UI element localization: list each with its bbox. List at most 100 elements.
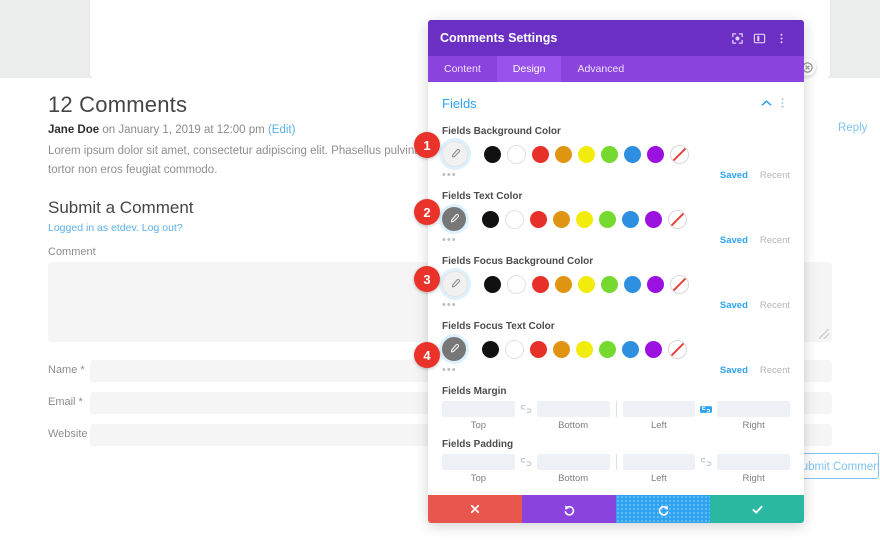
margin-top-input[interactable] — [442, 401, 515, 417]
swatch-black[interactable] — [484, 275, 501, 293]
option-label: Fields Padding — [442, 439, 514, 450]
comment-reply-link[interactable]: Reply — [838, 122, 867, 134]
swatch-purple[interactable] — [647, 275, 664, 293]
option-fields-text-color: Fields Text Color ••• Saved Recent — [442, 191, 790, 248]
padding-right-label: Right — [742, 473, 765, 484]
swatch-yellow[interactable] — [578, 275, 595, 293]
saved-tab[interactable]: Saved — [720, 235, 748, 246]
swatch-blue[interactable] — [624, 275, 641, 293]
save-button[interactable] — [710, 495, 804, 523]
saved-tab[interactable]: Saved — [720, 365, 748, 376]
swatch-yellow[interactable] — [576, 210, 593, 228]
swatch-orange[interactable] — [555, 145, 572, 163]
comment-edit-link[interactable]: (Edit) — [268, 124, 295, 136]
recent-tab[interactable]: Recent — [760, 170, 790, 181]
saved-tab[interactable]: Saved — [720, 300, 748, 311]
swatch-yellow[interactable] — [578, 145, 595, 163]
resize-grip-icon[interactable] — [819, 329, 829, 339]
swatch-red[interactable] — [530, 340, 547, 358]
eyedropper-button[interactable] — [442, 141, 468, 167]
recent-tab[interactable]: Recent — [760, 235, 790, 246]
swatch-blue[interactable] — [622, 210, 639, 228]
section-kebab-menu-icon[interactable] — [774, 97, 790, 109]
swatch-no-color[interactable] — [668, 209, 687, 229]
option-label: Fields Margin — [442, 386, 507, 397]
swatch-red[interactable] — [530, 210, 547, 228]
settings-scroll-area[interactable]: Fields Fields Background Color ••• Saved… — [428, 82, 804, 495]
swatch-orange[interactable] — [553, 340, 570, 358]
option-fields-margin: Fields Margin Top Bottom Left Right — [442, 386, 790, 431]
padding-top-input[interactable] — [442, 454, 515, 470]
link-left-right-icon[interactable] — [695, 458, 717, 466]
padding-bottom-label: Bottom — [558, 473, 589, 484]
swatch-white[interactable] — [507, 144, 526, 164]
swatch-blue[interactable] — [624, 145, 641, 163]
swatch-blue[interactable] — [622, 340, 639, 358]
spacing-labels-row: Top Bottom Left Right — [442, 473, 790, 484]
link-top-bottom-icon[interactable] — [515, 458, 537, 466]
swatch-red[interactable] — [532, 145, 549, 163]
section-title: Fields — [442, 95, 477, 111]
link-left-right-icon[interactable] — [695, 405, 717, 414]
swatch-yellow[interactable] — [576, 340, 593, 358]
redo-button[interactable] — [616, 495, 710, 523]
undo-button[interactable] — [522, 495, 616, 523]
padding-right-input[interactable] — [717, 454, 790, 470]
step-badge-4: 4 — [414, 342, 440, 368]
swatch-purple[interactable] — [647, 145, 664, 163]
eyedropper-button[interactable] — [442, 337, 466, 361]
recent-tab[interactable]: Recent — [760, 365, 790, 376]
tab-content[interactable]: Content — [428, 56, 497, 82]
swatch-orange[interactable] — [553, 210, 570, 228]
swatch-purple[interactable] — [645, 340, 662, 358]
submit-comment-button[interactable]: Submit Comment — [793, 453, 879, 479]
tab-advanced[interactable]: Advanced — [561, 56, 640, 82]
more-options-icon[interactable]: ••• — [442, 169, 476, 181]
swatch-no-color[interactable] — [670, 274, 689, 294]
cancel-button[interactable] — [428, 495, 522, 523]
swatch-red[interactable] — [532, 275, 549, 293]
swatch-green[interactable] — [599, 340, 616, 358]
tab-design[interactable]: Design — [496, 56, 562, 82]
layout-columns-icon[interactable] — [748, 27, 770, 49]
step-badge-2: 2 — [414, 199, 440, 225]
swatch-no-color[interactable] — [668, 339, 687, 359]
swatch-white[interactable] — [505, 339, 524, 359]
swatch-orange[interactable] — [555, 275, 572, 293]
fields-section-header[interactable]: Fields — [442, 88, 790, 118]
more-options-icon[interactable]: ••• — [442, 234, 476, 246]
eyedropper-button[interactable] — [442, 271, 468, 297]
swatch-black[interactable] — [484, 145, 501, 163]
swatch-black[interactable] — [482, 340, 499, 358]
margin-right-label: Right — [742, 420, 765, 431]
swatch-no-color[interactable] — [670, 144, 689, 164]
kebab-menu-icon[interactable] — [770, 27, 792, 49]
swatch-green[interactable] — [601, 145, 618, 163]
chevron-up-icon[interactable] — [758, 99, 774, 107]
swatch-green[interactable] — [599, 210, 616, 228]
swatch-white[interactable] — [505, 209, 524, 229]
recent-tab[interactable]: Recent — [760, 300, 790, 311]
margin-bottom-input[interactable] — [536, 401, 610, 417]
option-label: Fields Focus Text Color — [442, 321, 555, 332]
comment-meta: Jane Doe on January 1, 2019 at 12:00 pm … — [48, 124, 295, 136]
padding-bottom-input[interactable] — [536, 454, 610, 470]
website-field-label: Website — [48, 428, 88, 440]
swatch-white[interactable] — [507, 274, 526, 294]
responsive-view-icon[interactable] — [726, 27, 748, 49]
swatch-black[interactable] — [482, 210, 499, 228]
option-label: Fields Background Color — [442, 126, 561, 137]
name-field-label: Name * — [48, 364, 85, 376]
spacing-divider — [615, 454, 617, 470]
logged-in-notice[interactable]: Logged in as etdev. Log out? — [48, 222, 183, 234]
more-options-icon[interactable]: ••• — [442, 364, 476, 376]
link-top-bottom-icon[interactable] — [515, 405, 537, 413]
saved-tab[interactable]: Saved — [720, 170, 748, 181]
more-options-icon[interactable]: ••• — [442, 299, 476, 311]
margin-right-input[interactable] — [717, 401, 790, 417]
swatch-purple[interactable] — [645, 210, 662, 228]
padding-left-input[interactable] — [622, 454, 696, 470]
margin-left-input[interactable] — [622, 401, 696, 417]
eyedropper-button[interactable] — [442, 207, 466, 231]
swatch-green[interactable] — [601, 275, 618, 293]
